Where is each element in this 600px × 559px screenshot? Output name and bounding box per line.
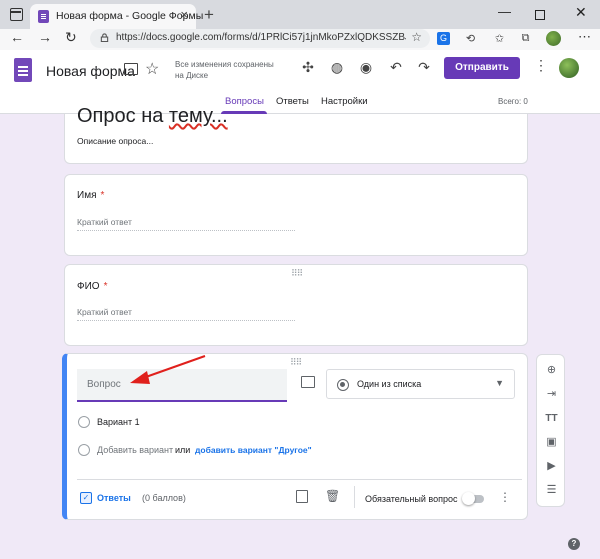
required-mark: * bbox=[103, 281, 108, 292]
total-score: Всего: 0 bbox=[498, 97, 528, 106]
palette-icon[interactable]: ◍ bbox=[327, 57, 347, 77]
form-title[interactable]: Новая форма bbox=[46, 63, 135, 79]
question-title: ФИО * bbox=[77, 281, 108, 292]
required-toggle[interactable] bbox=[462, 492, 484, 505]
add-image-icon[interactable] bbox=[301, 376, 315, 388]
save-status: Все изменения сохранены на Диске bbox=[175, 60, 274, 80]
add-other-link[interactable]: добавить вариант "Другое" bbox=[195, 445, 312, 455]
add-question-icon[interactable]: ⊕ bbox=[544, 363, 559, 378]
tab-close-icon[interactable]: × bbox=[180, 7, 188, 22]
question-title: Имя * bbox=[77, 190, 105, 201]
option-radio-icon bbox=[78, 416, 90, 428]
lock-icon bbox=[100, 33, 109, 42]
address-bar: ← → ↻ https://docs.google.com/forms/d/1P… bbox=[0, 29, 600, 50]
tab-questions[interactable]: Вопросы bbox=[225, 96, 264, 107]
maximize-icon[interactable] bbox=[535, 10, 545, 20]
forward-icon[interactable]: → bbox=[38, 29, 52, 45]
caret-down-icon: ▼ bbox=[495, 378, 504, 388]
url-text: https://docs.google.com/forms/d/1PRlCi57… bbox=[116, 32, 406, 43]
side-toolbar: ⊕ ⇥ TT ▣ ▶ ☰ bbox=[536, 354, 565, 507]
add-video-icon[interactable]: ▶ bbox=[544, 459, 559, 474]
tab-actions-icon[interactable] bbox=[10, 8, 23, 21]
favorites-icon[interactable]: ✩ bbox=[493, 32, 506, 45]
question-card[interactable]: ⠿⠿ ФИО * Краткий ответ bbox=[64, 264, 528, 346]
forms-favicon-icon bbox=[38, 10, 49, 23]
send-button[interactable]: Отправить bbox=[444, 57, 520, 79]
survey-title[interactable]: Опрос на тему... bbox=[77, 105, 228, 128]
more-options-icon[interactable]: ⋮ bbox=[499, 490, 511, 504]
help-icon[interactable]: ? bbox=[568, 538, 580, 550]
extension-icon[interactable]: ⟲ bbox=[464, 32, 477, 45]
tab-responses[interactable]: Ответы bbox=[276, 96, 309, 107]
active-question-card[interactable]: ⠿⠿ Вопрос Один из списка ▼ Вариант 1 Доб… bbox=[62, 353, 528, 520]
answer-key-icon[interactable]: ✓ bbox=[80, 492, 92, 504]
duplicate-icon[interactable] bbox=[296, 490, 308, 503]
form-title-card: Опрос на тему... Описание опроса... bbox=[64, 105, 528, 164]
add-image-icon[interactable]: ▣ bbox=[544, 435, 559, 450]
required-toggle-label: Обязательный вопрос bbox=[365, 494, 458, 504]
points-label: (0 баллов) bbox=[142, 493, 186, 503]
preview-eye-icon[interactable]: ◉ bbox=[356, 57, 376, 77]
answer-key-link[interactable]: Ответы bbox=[97, 493, 131, 503]
forms-logo-icon[interactable] bbox=[14, 58, 32, 82]
new-tab-icon[interactable]: + bbox=[204, 5, 214, 25]
browser-tab[interactable]: Новая форма - Google Формы × bbox=[30, 4, 203, 29]
bookmark-star-icon[interactable]: ☆ bbox=[411, 30, 422, 44]
folder-icon[interactable] bbox=[124, 63, 138, 75]
drag-handle-icon[interactable]: ⠿⠿ bbox=[290, 357, 302, 368]
addons-puzzle-icon[interactable]: ✣ bbox=[298, 57, 318, 77]
translate-icon[interactable]: G bbox=[437, 32, 450, 45]
question-input[interactable]: Вопрос bbox=[77, 369, 287, 402]
import-questions-icon[interactable]: ⇥ bbox=[544, 387, 559, 402]
more-options-icon[interactable]: ⋮ bbox=[534, 57, 548, 74]
short-answer-field: Краткий ответ bbox=[77, 307, 295, 321]
question-type-label: Один из списка bbox=[357, 379, 422, 389]
minimize-icon[interactable]: — bbox=[498, 4, 511, 19]
undo-icon[interactable]: ↶ bbox=[386, 57, 406, 77]
browser-menu-icon[interactable]: ⋯ bbox=[578, 29, 591, 45]
avatar[interactable] bbox=[559, 58, 579, 78]
question-card[interactable]: Имя * Краткий ответ bbox=[64, 174, 528, 256]
survey-description[interactable]: Описание опроса... bbox=[77, 136, 153, 146]
url-field[interactable]: https://docs.google.com/forms/d/1PRlCi57… bbox=[90, 29, 430, 48]
divider bbox=[77, 479, 522, 480]
radio-type-icon bbox=[337, 379, 349, 391]
back-icon[interactable]: ← bbox=[10, 29, 24, 45]
option-radio-icon bbox=[78, 444, 90, 456]
delete-icon[interactable]: 🗑 bbox=[325, 489, 340, 503]
collections-icon[interactable]: ⧉ bbox=[519, 32, 532, 45]
tab-settings[interactable]: Настройки bbox=[321, 96, 368, 107]
star-icon[interactable]: ☆ bbox=[145, 59, 159, 79]
add-title-icon[interactable]: TT bbox=[544, 411, 559, 426]
or-text: или bbox=[175, 445, 191, 455]
add-option-link[interactable]: Добавить вариант bbox=[97, 445, 173, 455]
reload-icon[interactable]: ↻ bbox=[65, 29, 77, 46]
browser-tab-bar: Новая форма - Google Формы × + — ✕ bbox=[0, 0, 600, 29]
short-answer-field: Краткий ответ bbox=[77, 217, 295, 231]
divider bbox=[354, 486, 355, 508]
question-type-select[interactable]: Один из списка ▼ bbox=[326, 369, 515, 399]
drag-handle-icon[interactable]: ⠿⠿ bbox=[291, 268, 303, 279]
window-close-icon[interactable]: ✕ bbox=[575, 4, 587, 21]
add-section-icon[interactable]: ☰ bbox=[544, 483, 559, 498]
redo-icon[interactable]: ↷ bbox=[414, 57, 434, 77]
browser-profile-icon[interactable] bbox=[546, 31, 561, 46]
required-mark: * bbox=[100, 190, 105, 201]
option-label[interactable]: Вариант 1 bbox=[97, 417, 140, 427]
